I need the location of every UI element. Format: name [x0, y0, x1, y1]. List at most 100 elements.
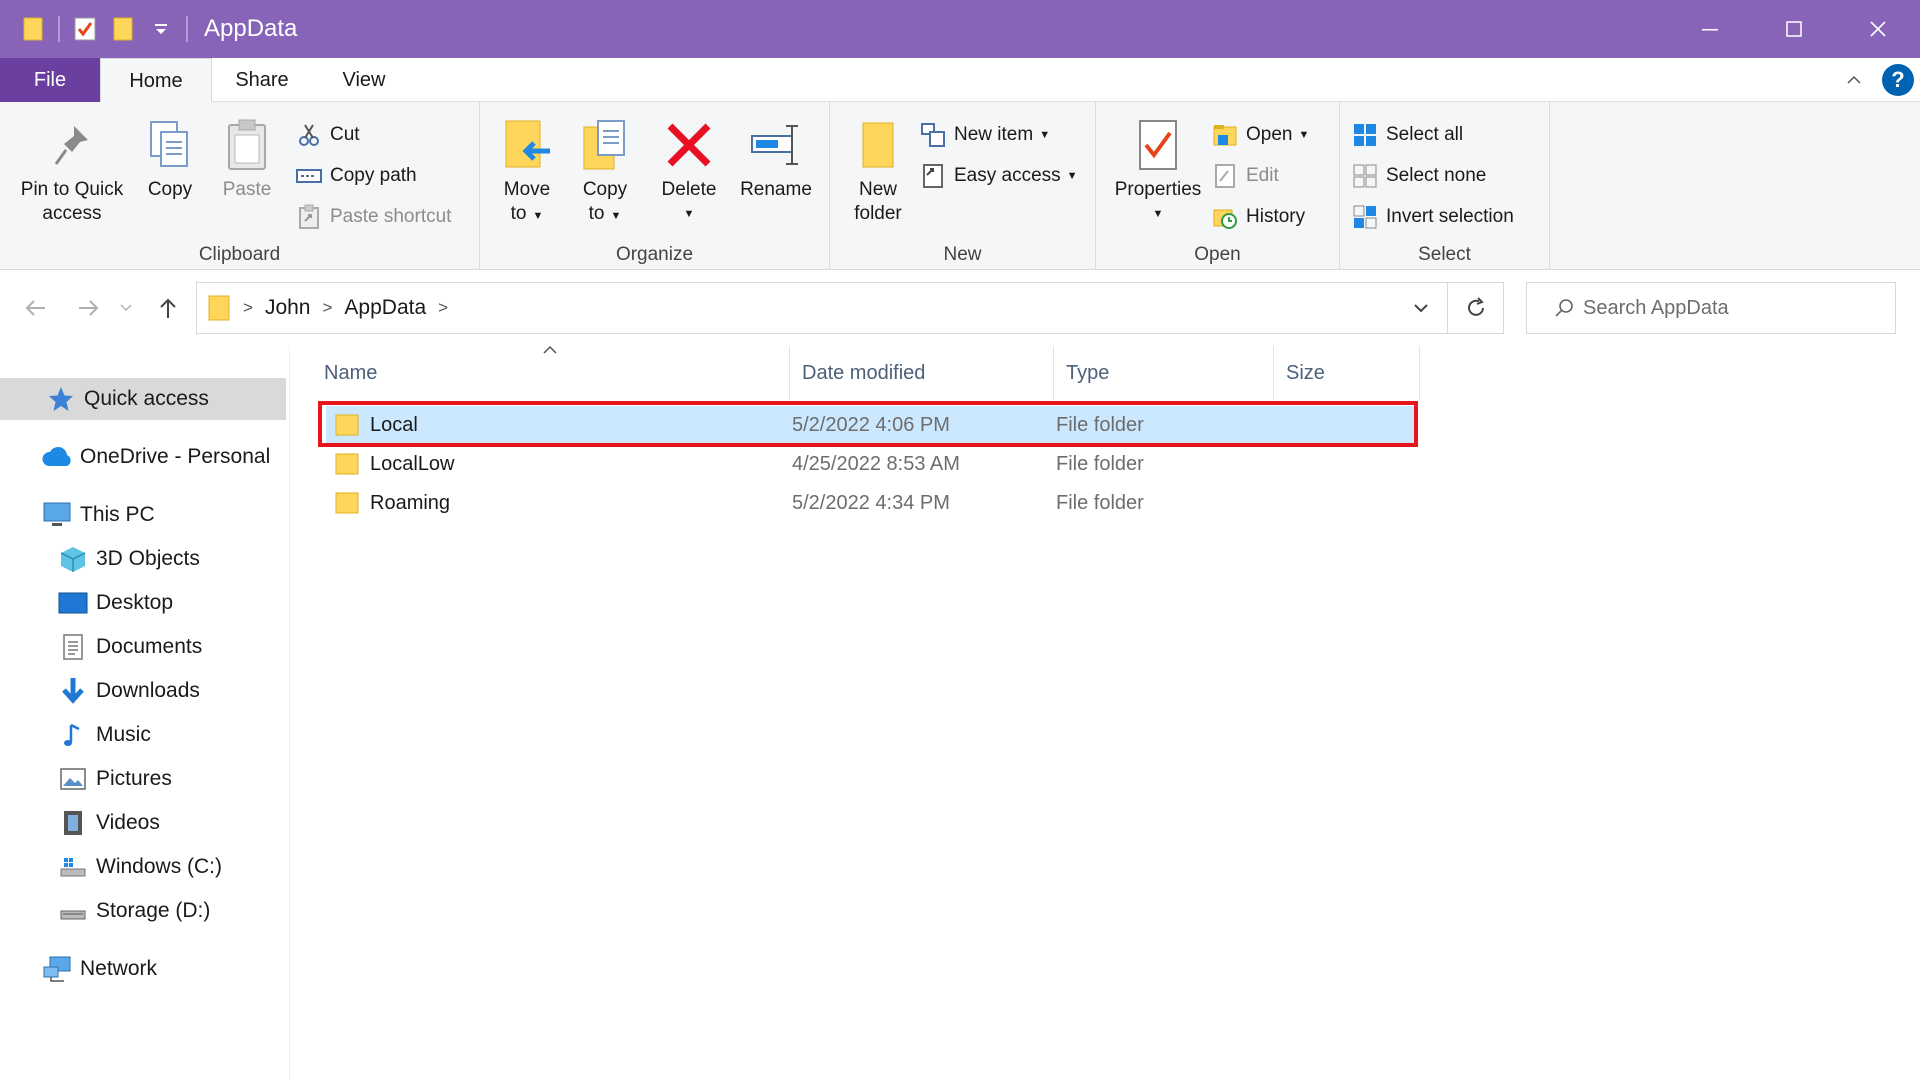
invert-selection-button[interactable]: Invert selection	[1350, 200, 1514, 234]
nav-item-music[interactable]: Music	[0, 714, 151, 756]
easy-access-icon	[918, 161, 948, 191]
nav-item-pictures[interactable]: Pictures	[0, 758, 172, 800]
new-folder-icon[interactable]	[104, 0, 142, 58]
tab-file[interactable]: File	[0, 58, 100, 102]
nav-item-windows-c[interactable]: Windows (C:)	[0, 846, 222, 888]
column-header-date-modified[interactable]: Date modified	[790, 346, 1054, 400]
minimize-button[interactable]	[1668, 0, 1752, 58]
tab-view[interactable]: View	[312, 58, 416, 102]
chevron-right-icon[interactable]: >	[438, 298, 448, 318]
up-button[interactable]	[146, 290, 190, 326]
nav-item-3d-objects[interactable]: 3D Objects	[0, 538, 200, 580]
new-group-label: New	[943, 244, 982, 265]
rename-icon	[748, 114, 804, 176]
properties-icon[interactable]	[66, 0, 104, 58]
nav-item-storage-d[interactable]: Storage (D:)	[0, 890, 210, 932]
address-bar[interactable]: > John > AppData >	[196, 282, 1448, 334]
address-dropdown-button[interactable]	[1395, 283, 1447, 333]
ribbon-tabs: File Home Share View ?	[0, 58, 1920, 103]
select-group: Select all Select none Invert selection …	[1340, 102, 1550, 270]
copy-to-icon	[577, 114, 633, 176]
file-name: Local	[370, 413, 418, 436]
nav-item-documents[interactable]: Documents	[0, 626, 202, 668]
cut-label: Cut	[330, 124, 360, 145]
refresh-button[interactable]	[1448, 282, 1504, 334]
history-button[interactable]: History	[1210, 200, 1305, 234]
open-group-label: Open	[1194, 244, 1241, 265]
rename-button[interactable]: Rename	[734, 114, 818, 202]
folder-icon	[334, 491, 360, 515]
table-row[interactable]: Local 5/2/2022 4:06 PM File folder	[326, 406, 1418, 444]
table-row[interactable]: Roaming 5/2/2022 4:34 PM File folder	[326, 484, 1418, 522]
tab-share[interactable]: Share	[212, 58, 312, 102]
maximize-button[interactable]	[1752, 0, 1836, 58]
nav-item-label: Downloads	[96, 679, 200, 702]
nav-item-videos[interactable]: Videos	[0, 802, 160, 844]
quick-access-toolbar	[0, 0, 194, 58]
file-name-cell: Local	[334, 406, 418, 444]
drive-icon	[56, 850, 90, 884]
nav-item-onedrive[interactable]: OneDrive - Personal	[0, 436, 270, 478]
paste-button[interactable]: Paste	[212, 114, 282, 202]
nav-item-label: Pictures	[96, 767, 172, 790]
nav-item-downloads[interactable]: Downloads	[0, 670, 200, 712]
nav-item-desktop[interactable]: Desktop	[0, 582, 173, 624]
table-row[interactable]: LocalLow 4/25/2022 8:53 AM File folder	[326, 445, 1418, 483]
chevron-up-icon[interactable]	[1836, 58, 1872, 102]
open-button[interactable]: Open ▼	[1210, 118, 1309, 152]
chevron-down-icon: ▼	[1039, 129, 1051, 141]
nav-item-network[interactable]: Network	[0, 948, 157, 990]
properties-dropdown-caret: ▼	[1152, 208, 1164, 220]
move-to-button[interactable]: Move to ▼	[494, 114, 560, 228]
select-all-button[interactable]: Select all	[1350, 118, 1463, 152]
delete-label: Delete	[661, 179, 717, 200]
pictures-icon	[56, 762, 90, 796]
title-bar: AppData	[0, 0, 1920, 58]
select-none-button[interactable]: Select none	[1350, 159, 1486, 193]
download-arrow-icon	[56, 674, 90, 708]
type-cell: File folder	[1056, 491, 1144, 514]
back-button[interactable]	[14, 290, 58, 326]
nav-item-label: This PC	[80, 503, 155, 526]
edit-button[interactable]: Edit	[1210, 159, 1279, 193]
search-input[interactable]: Search AppData	[1583, 297, 1729, 320]
new-folder-label-line2: folder	[854, 203, 902, 224]
new-folder-button[interactable]: New folder	[840, 114, 916, 226]
select-none-icon	[1350, 161, 1380, 191]
paste-shortcut-button[interactable]: Paste shortcut	[294, 200, 451, 234]
nav-item-label: OneDrive - Personal	[80, 445, 271, 468]
customize-qat-icon[interactable]	[142, 0, 180, 58]
easy-access-button[interactable]: Easy access ▼	[918, 159, 1078, 193]
column-header-size[interactable]: Size	[1274, 346, 1420, 400]
new-item-button[interactable]: New item ▼	[918, 118, 1050, 152]
move-to-label-line2: to ▼	[510, 203, 544, 224]
copy-to-button[interactable]: Copy to ▼	[572, 114, 638, 228]
tab-home[interactable]: Home	[100, 58, 212, 103]
cut-button[interactable]: Cut	[294, 118, 360, 152]
nav-item-this-pc[interactable]: This PC	[0, 494, 155, 536]
file-name-cell: Roaming	[334, 484, 450, 522]
pin-to-quick-access-button[interactable]: Pin to Quick access	[10, 114, 134, 226]
recent-locations-button[interactable]	[112, 290, 140, 326]
address-row: > John > AppData > Search AppData	[0, 270, 1920, 346]
close-button[interactable]	[1836, 0, 1920, 58]
copy-path-button[interactable]: Copy path	[294, 159, 417, 193]
easy-access-label: Easy access	[954, 165, 1061, 186]
copy-button[interactable]: Copy	[140, 114, 200, 202]
folder-icon[interactable]	[14, 0, 52, 58]
cloud-icon	[40, 440, 74, 474]
folder-icon	[334, 452, 360, 476]
divider	[186, 16, 188, 42]
forward-button[interactable]	[66, 290, 110, 326]
nav-item-label: Music	[96, 723, 151, 746]
breadcrumb-john[interactable]: John	[265, 296, 311, 320]
pin-icon	[44, 114, 100, 176]
nav-item-quick-access[interactable]: Quick access	[0, 378, 286, 420]
search-box[interactable]: Search AppData	[1526, 282, 1896, 334]
delete-button[interactable]: Delete ▼	[656, 114, 722, 226]
breadcrumb-appdata[interactable]: AppData	[344, 296, 426, 320]
properties-button[interactable]: Properties ▼	[1108, 114, 1208, 226]
column-header-type[interactable]: Type	[1054, 346, 1274, 400]
help-icon[interactable]: ?	[1882, 64, 1914, 96]
column-header-name[interactable]: Name	[312, 346, 790, 400]
